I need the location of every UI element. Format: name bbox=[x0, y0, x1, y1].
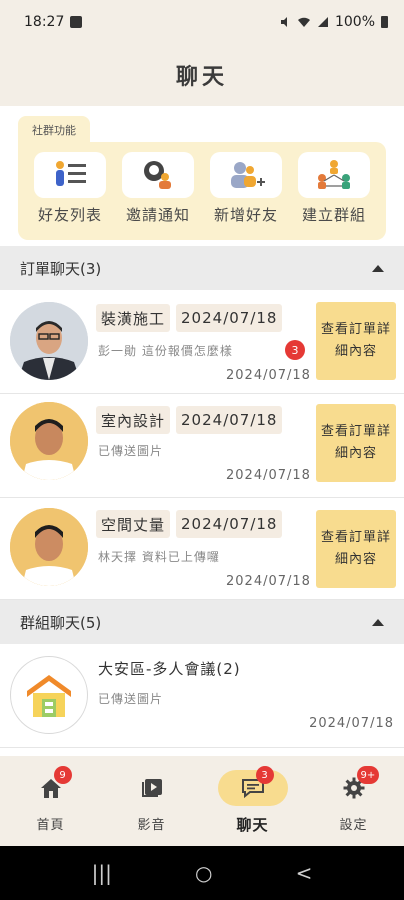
create-group-label: 建立群組 bbox=[301, 206, 366, 224]
signal-icon bbox=[317, 17, 328, 27]
chat-badge: 3 bbox=[255, 766, 274, 784]
app-header: 聊天 bbox=[0, 44, 404, 106]
status-bar: 18:27 100% bbox=[0, 0, 404, 44]
service-tag: 空間丈量 bbox=[96, 510, 171, 538]
order-chats-header[interactable]: 訂單聊天(3) bbox=[0, 246, 404, 290]
service-tag: 室內設計 bbox=[96, 406, 171, 434]
home-circle-icon[interactable]: ○ bbox=[195, 861, 212, 885]
chat-content[interactable]: 社群功能 好友列表 邀請通知 新增好友 建立群組 訂單聊天(3) 裝潢施工 20… bbox=[0, 106, 404, 756]
battery-percent: 100% bbox=[334, 14, 375, 30]
collapse-caret-icon[interactable] bbox=[372, 618, 384, 626]
back-chevron-icon[interactable]: < bbox=[296, 861, 313, 885]
recent-apps-icon[interactable]: ||| bbox=[92, 861, 112, 885]
service-tag: 裝潢施工 bbox=[96, 304, 171, 332]
nav-video-label: 影音 bbox=[137, 818, 166, 833]
order-chat-row[interactable]: 空間丈量 2024/07/18 林天擇 資料已上傳囉 2024/07/18 查看… bbox=[0, 498, 404, 600]
message-preview: 已傳送圖片 bbox=[98, 444, 164, 458]
group-title: 大安區-多人會議(2) bbox=[98, 660, 241, 678]
collapse-caret-icon[interactable] bbox=[372, 264, 384, 272]
social-functions-card: 社群功能 好友列表 邀請通知 新增好友 建立群組 bbox=[18, 116, 386, 240]
unread-badge: 3 bbox=[285, 340, 305, 360]
wifi-icon bbox=[297, 17, 310, 27]
friend-list-icon bbox=[56, 161, 86, 186]
create-group-button[interactable]: 建立群組 bbox=[294, 152, 374, 225]
video-icon bbox=[141, 779, 162, 797]
mute-icon bbox=[280, 17, 287, 27]
group-chats-header[interactable]: 群組聊天(5) bbox=[0, 600, 404, 644]
group-chat-row[interactable]: 大安區-多人會議(2) 已傳送圖片 2024/07/18 bbox=[0, 644, 404, 748]
nav-video[interactable]: 影音 bbox=[101, 756, 202, 846]
invite-notification-label: 邀請通知 bbox=[125, 206, 190, 224]
nav-chat[interactable]: 3 聊天 bbox=[202, 756, 303, 846]
order-chat-row[interactable]: 室內設計 2024/07/18 已傳送圖片 2024/07/18 查看訂單詳細內… bbox=[0, 394, 404, 498]
avatar bbox=[10, 302, 88, 380]
message-date: 2024/07/18 bbox=[226, 368, 311, 383]
message-preview: 林天擇 資料已上傳囉 bbox=[98, 550, 220, 564]
social-functions-body: 好友列表 邀請通知 新增好友 建立群組 bbox=[18, 142, 386, 240]
order-chat-row[interactable]: 裝潢施工 2024/07/18 彭一勛 這份報價怎麼樣 3 2024/07/18… bbox=[0, 290, 404, 394]
add-friend-icon bbox=[231, 162, 265, 188]
order-chats-title: 訂單聊天(3) bbox=[20, 259, 102, 278]
nav-chat-label: 聊天 bbox=[236, 816, 269, 834]
view-order-details-button[interactable]: 查看訂單詳細內容 bbox=[316, 302, 396, 380]
invite-notification-icon bbox=[144, 161, 171, 189]
nav-settings-label: 設定 bbox=[339, 818, 368, 833]
add-friend-label: 新增好友 bbox=[213, 206, 278, 224]
status-time: 18:27 bbox=[24, 14, 65, 30]
group-avatar bbox=[10, 656, 88, 734]
nav-home[interactable]: 9 首頁 bbox=[0, 756, 101, 846]
house-icon bbox=[27, 675, 71, 717]
message-date: 2024/07/18 bbox=[309, 716, 394, 731]
person-photo-icon bbox=[10, 402, 88, 480]
nav-home-label: 首頁 bbox=[36, 818, 65, 833]
page-title: 聊天 bbox=[175, 65, 228, 90]
service-date-tag: 2024/07/18 bbox=[176, 406, 283, 434]
message-preview: 彭一勛 這份報價怎麼樣 bbox=[98, 344, 233, 358]
bottom-nav: 9 首頁 影音 3 聊天 9+ 設定 bbox=[0, 756, 404, 846]
system-nav-bar: ||| ○ < bbox=[0, 846, 404, 900]
service-date-tag: 2024/07/18 bbox=[176, 304, 283, 332]
avatar bbox=[10, 508, 88, 586]
battery-icon bbox=[381, 16, 388, 28]
message-preview: 已傳送圖片 bbox=[98, 692, 164, 706]
friend-list-label: 好友列表 bbox=[37, 206, 102, 224]
service-date-tag: 2024/07/18 bbox=[176, 510, 283, 538]
add-friend-button[interactable]: 新增好友 bbox=[206, 152, 286, 225]
view-order-details-button[interactable]: 查看訂單詳細內容 bbox=[316, 404, 396, 482]
person-photo-icon bbox=[10, 508, 88, 586]
nav-settings[interactable]: 9+ 設定 bbox=[303, 756, 404, 846]
group-chats-title: 群組聊天(5) bbox=[20, 613, 102, 632]
notification-icon bbox=[70, 16, 83, 28]
invite-notification-button[interactable]: 邀請通知 bbox=[118, 152, 198, 225]
social-functions-tab: 社群功能 bbox=[18, 116, 90, 144]
avatar bbox=[10, 402, 88, 480]
create-group-icon bbox=[318, 160, 350, 189]
view-order-details-button[interactable]: 查看訂單詳細內容 bbox=[316, 510, 396, 588]
settings-badge: 9+ bbox=[356, 766, 380, 784]
person-photo-icon bbox=[10, 302, 88, 380]
message-date: 2024/07/18 bbox=[226, 574, 311, 589]
home-badge: 9 bbox=[53, 766, 72, 784]
friend-list-button[interactable]: 好友列表 bbox=[30, 152, 110, 225]
message-date: 2024/07/18 bbox=[226, 468, 311, 483]
